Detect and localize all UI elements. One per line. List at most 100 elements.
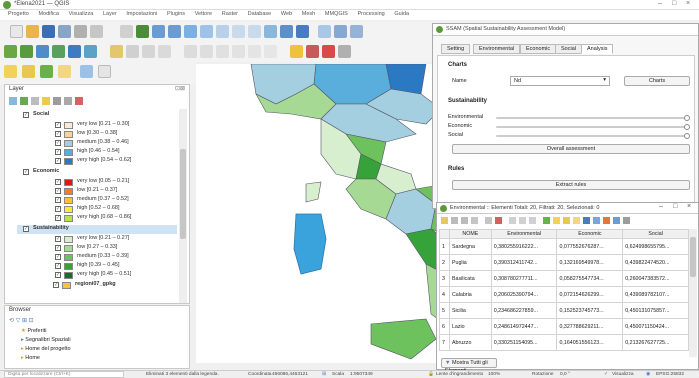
cell-environmental[interactable]: 0,330251154095...: [490, 334, 558, 351]
add-group-icon[interactable]: [20, 97, 28, 105]
pan-to-selection-icon[interactable]: [136, 25, 149, 38]
magnifier-value[interactable]: 100%: [488, 372, 500, 377]
render-checkbox-icon[interactable]: ✓: [604, 372, 608, 377]
add-postgis-icon[interactable]: [68, 45, 81, 58]
layout-manager-icon[interactable]: [74, 25, 87, 38]
remove-layer-icon[interactable]: [75, 97, 83, 105]
collapse-all-icon[interactable]: [64, 97, 72, 105]
cell-economic[interactable]: 0,327788629211...: [556, 318, 624, 335]
rotation-value[interactable]: 0,0 °: [560, 372, 570, 377]
slider-handle-environmental[interactable]: [684, 115, 690, 121]
select-by-value-icon[interactable]: [22, 65, 35, 78]
column-header-nome[interactable]: NOME: [448, 229, 492, 239]
add-delimited-text-icon[interactable]: [36, 45, 49, 58]
pan-map-icon[interactable]: [120, 25, 133, 38]
zoom-next-icon[interactable]: [248, 25, 261, 38]
maximize-button[interactable]: □: [673, 203, 677, 210]
cell-environmental[interactable]: 0,248614972447...: [490, 318, 558, 335]
maximize-button[interactable]: □: [672, 0, 676, 7]
layers-scrollbar[interactable]: [179, 109, 187, 303]
cell-nome[interactable]: Puglia: [448, 254, 492, 271]
tab-economic[interactable]: Economic: [520, 44, 557, 54]
select-features-icon[interactable]: [4, 65, 17, 78]
zoom-last-icon[interactable]: [232, 25, 245, 38]
select-all-icon[interactable]: [553, 217, 560, 224]
label-icon[interactable]: [290, 45, 303, 58]
cell-nome[interactable]: Sicilia: [448, 302, 492, 319]
save-project-icon[interactable]: [42, 25, 55, 38]
menu-progetto[interactable]: Progetto: [8, 11, 29, 17]
menu-raster[interactable]: Raster: [222, 11, 238, 17]
deselect-all-icon[interactable]: [573, 217, 580, 224]
magnifier-lock-icon[interactable]: 🔒: [428, 372, 434, 377]
tab-social[interactable]: Social: [555, 44, 582, 54]
cell-economic[interactable]: 0,164051556123...: [556, 334, 624, 351]
cell-economic[interactable]: 0,072154626299...: [556, 286, 624, 303]
tab-setting[interactable]: Setting: [441, 44, 471, 54]
zoom-full-icon[interactable]: [184, 25, 197, 38]
move-selection-top-icon[interactable]: [593, 217, 600, 224]
label-show-hide-icon[interactable]: [322, 45, 335, 58]
row-number[interactable]: 7: [439, 334, 450, 351]
show-all-features-button[interactable]: ▼ Mostra Tutti gli Elementi: [441, 358, 497, 374]
table-row[interactable]: 6 Lazio 0,248614972447... 0,327788629211...…: [439, 318, 689, 335]
save-edits-icon[interactable]: [461, 217, 468, 224]
layer-group-sustainability[interactable]: ✓ Sustainability: [17, 225, 177, 234]
expand-all-icon[interactable]: [53, 97, 61, 105]
multi-edit-icon[interactable]: [451, 217, 458, 224]
identify-icon[interactable]: [318, 25, 331, 38]
cell-social[interactable]: 0,624998655795...: [622, 238, 689, 255]
paste-icon[interactable]: [529, 217, 536, 224]
add-spatialite-icon[interactable]: [52, 45, 65, 58]
label-pin-icon[interactable]: [306, 45, 319, 58]
reload-icon[interactable]: [471, 217, 478, 224]
filter-legend-icon[interactable]: [42, 97, 50, 105]
table-row[interactable]: 5 Sicilia 0,234686227859... 0,152523745773.…: [439, 302, 689, 319]
cell-environmental[interactable]: 0,206025390794...: [490, 286, 558, 303]
cell-nome[interactable]: Basilicata: [448, 270, 492, 287]
undo-icon[interactable]: [248, 45, 261, 58]
new-project-icon[interactable]: [10, 25, 23, 38]
locator-search-input[interactable]: Digita per localizzare (Ctrl+K): [4, 371, 124, 378]
delete-selected-icon[interactable]: [216, 45, 229, 58]
browser-item-home[interactable]: ▸ Home: [21, 355, 40, 361]
add-vector-icon[interactable]: [4, 45, 17, 58]
charts-button[interactable]: Charts: [624, 76, 690, 86]
zoom-out-icon[interactable]: [168, 25, 181, 38]
cut-icon[interactable]: [509, 217, 516, 224]
open-attribute-table-icon[interactable]: [80, 65, 93, 78]
select-expression-icon[interactable]: [543, 217, 550, 224]
menu-guida[interactable]: Guida: [394, 11, 409, 17]
cell-nome[interactable]: Lazio: [448, 318, 492, 335]
cell-economic[interactable]: 0,077552676287...: [556, 238, 624, 255]
region-sardegna-selected[interactable]: [293, 213, 327, 275]
browser-toolbar[interactable]: ⟲ ▽ ⊞ ⊡: [9, 317, 34, 324]
menu-modifica[interactable]: Modifica: [38, 11, 58, 17]
slider-handle-economic[interactable]: [684, 124, 690, 130]
slider-environmental[interactable]: [496, 117, 686, 119]
browser-item-bookmarks[interactable]: ▸ Segnalibri Spaziali: [21, 337, 71, 343]
cell-economic[interactable]: 0,152523745773...: [556, 302, 624, 319]
table-row[interactable]: 3 Basilicata 0,308780277711... 0,0582755477…: [439, 270, 689, 287]
menu-database[interactable]: Database: [248, 11, 272, 17]
filter-selected-icon[interactable]: [583, 217, 590, 224]
digitize-icon[interactable]: [126, 45, 139, 58]
time-controller-icon[interactable]: [334, 25, 347, 38]
select-expression-icon[interactable]: [40, 65, 53, 78]
close-button[interactable]: ×: [687, 203, 691, 210]
style-manager-icon[interactable]: [90, 25, 103, 38]
slider-handle-social[interactable]: [684, 133, 690, 139]
deselect-icon[interactable]: [58, 65, 71, 78]
menu-processing[interactable]: Processing: [358, 11, 385, 17]
crs-globe-icon[interactable]: ◉: [646, 372, 650, 377]
new-map-view-icon[interactable]: [264, 25, 277, 38]
cell-nome[interactable]: Calabria: [448, 286, 492, 303]
table-row[interactable]: 7 Abruzzo 0,330251154095... 0,164051556123.…: [439, 334, 689, 351]
cell-social[interactable]: 0,439822474520...: [622, 254, 689, 271]
open-styling-icon[interactable]: [9, 97, 17, 105]
table-row[interactable]: 2 Puglia 0,390312411742... 0,132169549978..…: [439, 254, 689, 271]
pan-to-selected-icon[interactable]: [603, 217, 610, 224]
menu-vettore[interactable]: Vettore: [195, 11, 212, 17]
overall-assessment-button[interactable]: Overall assessment: [452, 144, 690, 154]
menu-plugins[interactable]: Plugins: [167, 11, 185, 17]
